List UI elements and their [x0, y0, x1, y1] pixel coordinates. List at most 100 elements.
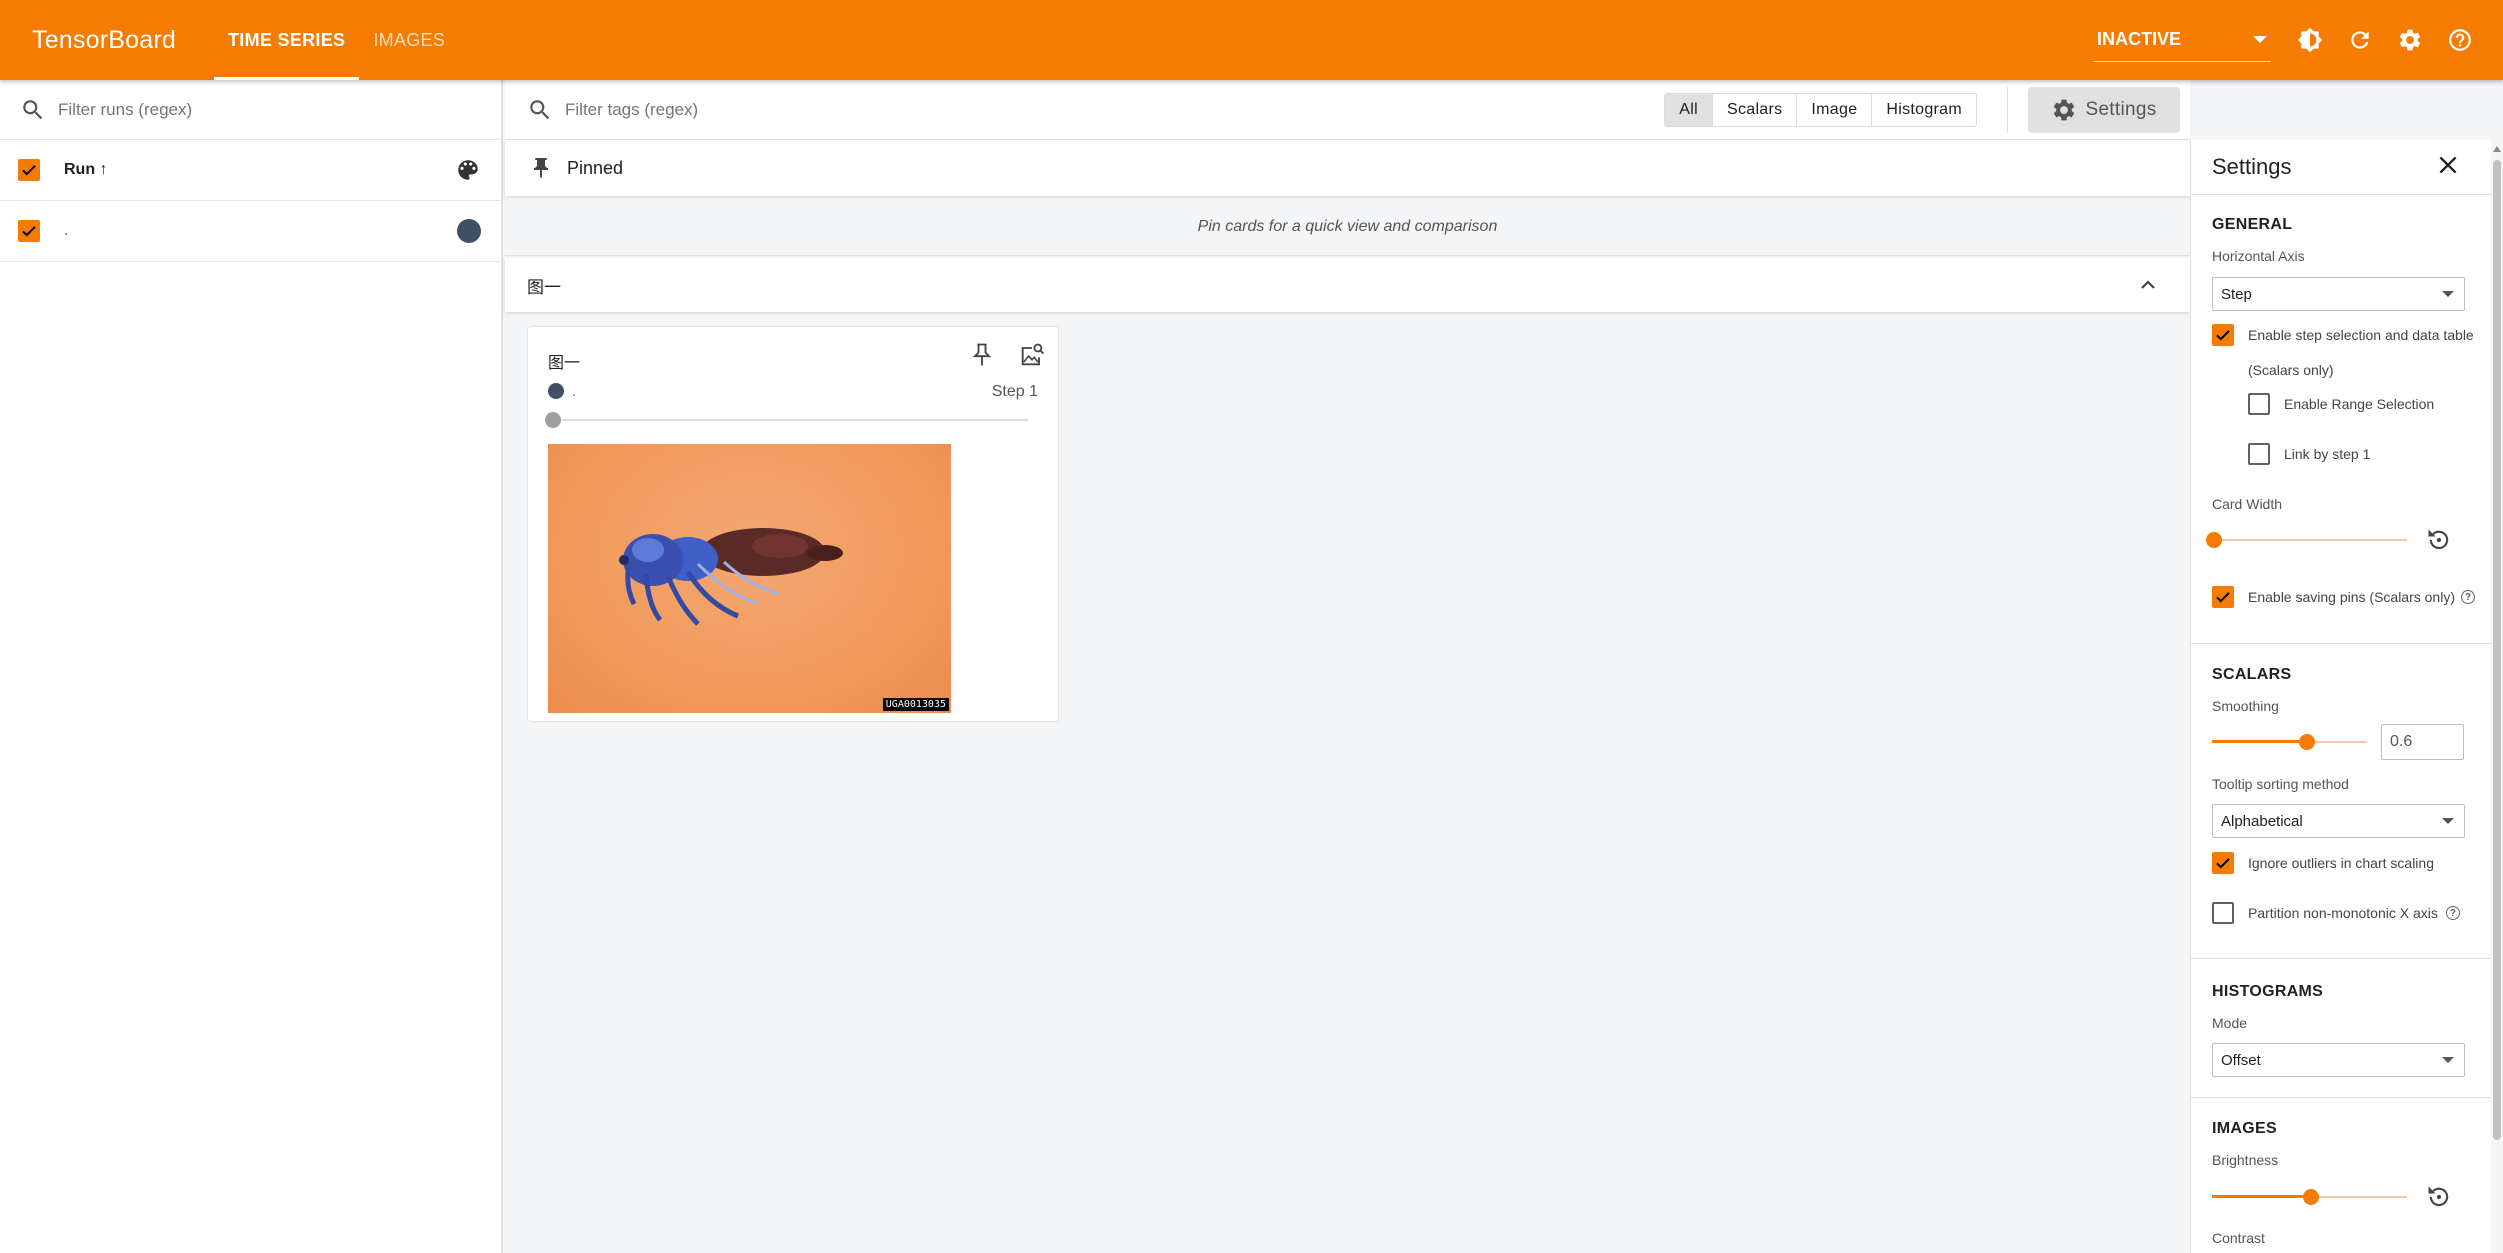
settings-divider: [2191, 1097, 2491, 1098]
chevron-up-icon[interactable]: [2136, 273, 2160, 297]
run-name: .: [64, 222, 69, 239]
partition-checkbox[interactable]: [2212, 902, 2234, 924]
brightness-label: Brightness: [2212, 1152, 2279, 1168]
link-by-step-checkbox[interactable]: [2248, 443, 2270, 465]
tags-filter-input[interactable]: [565, 99, 945, 120]
settings-gear-icon[interactable]: [2385, 15, 2435, 65]
range-selection-checkbox[interactable]: [2248, 393, 2270, 415]
step-slider-track[interactable]: [552, 419, 1028, 421]
help-icon[interactable]: ?: [2461, 590, 2475, 604]
ignore-outliers-checkbox[interactable]: [2212, 852, 2234, 874]
histogram-mode-select[interactable]: Offset: [2212, 1043, 2465, 1077]
card-image: UGA0013035: [548, 444, 951, 713]
close-icon[interactable]: [2435, 152, 2461, 178]
chevron-down-icon: [2253, 36, 2267, 43]
settings-scrollbar-thumb[interactable]: [2493, 160, 2501, 1140]
tooltip-sort-value: Alphabetical: [2221, 812, 2303, 830]
image-watermark-tag: UGA0013035: [882, 698, 949, 711]
smoothing-input[interactable]: 0.6: [2381, 724, 2464, 760]
reload-status-select[interactable]: INACTIVE: [2093, 18, 2271, 62]
search-icon: [23, 99, 43, 119]
runs-filter-input[interactable]: [58, 99, 438, 120]
plugin-type-filter: All Scalars Image Histogram: [1664, 92, 1977, 127]
image-search-icon[interactable]: [1018, 341, 1046, 369]
scroll-up-arrow[interactable]: [2493, 146, 2501, 152]
chevron-down-icon: [2442, 818, 2454, 824]
run-checkbox[interactable]: [18, 220, 40, 242]
run-row[interactable]: .: [0, 201, 501, 262]
pin-icon[interactable]: [968, 341, 996, 369]
help-icon[interactable]: [2435, 15, 2485, 65]
ignore-outliers-option: Ignore outliers in chart scaling: [2212, 852, 2434, 874]
reload-status-value: INACTIVE: [2097, 29, 2182, 49]
type-filter-image[interactable]: Image: [1797, 93, 1873, 126]
saving-pins-checkbox[interactable]: [2212, 586, 2234, 608]
reset-icon[interactable]: [2425, 1183, 2453, 1211]
card-step-label: Step 1: [991, 383, 1038, 400]
checkmark-icon: [2216, 330, 2230, 341]
card-width-slider-track[interactable]: [2212, 539, 2407, 541]
step-selection-sublabel: (Scalars only): [2248, 362, 2334, 378]
pinned-empty-message: Pin cards for a quick view and compariso…: [505, 198, 2190, 256]
settings-toggle-button[interactable]: Settings: [2028, 86, 2180, 133]
tooltip-sort-select[interactable]: Alphabetical: [2212, 804, 2465, 838]
horizontal-axis-select[interactable]: Step: [2212, 277, 2465, 311]
range-selection-label: Enable Range Selection: [2284, 396, 2435, 412]
type-filter-scalars[interactable]: Scalars: [1713, 93, 1798, 126]
reset-icon[interactable]: [2425, 526, 2453, 554]
partition-option: Partition non-monotonic X axis ?: [2212, 902, 2460, 924]
tooltip-sort-label: Tooltip sorting method: [2212, 776, 2349, 792]
scalars-section-heading: SCALARS: [2212, 666, 2292, 683]
settings-title: Settings: [2212, 154, 2292, 179]
run-column-header[interactable]: Run ↑: [64, 161, 108, 179]
general-section-heading: GENERAL: [2212, 216, 2293, 233]
run-color-swatch[interactable]: [457, 219, 481, 243]
card-width-label: Card Width: [2212, 496, 2283, 512]
range-selection-option: Enable Range Selection: [2248, 393, 2434, 415]
horizontal-axis-label: Horizontal Axis: [2212, 248, 2305, 264]
card-title: 图一: [548, 355, 581, 372]
settings-divider: [2191, 643, 2491, 644]
settings-pane: Settings GENERAL Horizontal Axis Step En…: [2190, 140, 2503, 1253]
tab-time-series[interactable]: TIME SERIES: [214, 0, 360, 80]
brand-title: TensorBoard: [32, 25, 176, 54]
run-color-swatch: [548, 383, 564, 399]
contrast-label: Contrast: [2212, 1230, 2265, 1246]
checkmark-icon: [22, 226, 36, 237]
settings-scrollbar[interactable]: [2491, 140, 2503, 1253]
brightness-slider-thumb[interactable]: [2303, 1189, 2319, 1205]
top-app-bar: TensorBoard TIME SERIES IMAGES INACTIVE: [0, 0, 2503, 80]
saving-pins-option: Enable saving pins (Scalars only) ?: [2212, 586, 2475, 608]
type-filter-all[interactable]: All: [1665, 93, 1713, 126]
help-icon[interactable]: ?: [2445, 906, 2460, 920]
chevron-down-icon: [2442, 291, 2454, 297]
step-selection-label: Enable step selection and data table: [2248, 327, 2474, 343]
brightness-slider-fill: [2212, 1195, 2310, 1198]
card-width-slider-thumb[interactable]: [2206, 532, 2222, 548]
smoothing-slider-thumb[interactable]: [2299, 734, 2315, 750]
link-by-step-option: Link by step 1: [2248, 443, 2370, 465]
histogram-mode-label: Mode: [2212, 1015, 2248, 1031]
search-icon: [530, 99, 550, 119]
theme-toggle-icon[interactable]: [2285, 15, 2335, 65]
checkmark-icon: [22, 165, 36, 176]
pinned-section-title: Pinned: [567, 157, 624, 178]
step-slider-thumb[interactable]: [545, 412, 561, 428]
tags-toolbar: All Scalars Image Histogram Settings: [505, 80, 2190, 140]
card-run-name: .: [572, 383, 576, 399]
step-selection-checkbox[interactable]: [2212, 324, 2234, 346]
smoothing-slider-fill: [2212, 740, 2305, 743]
checkmark-icon: [2216, 592, 2230, 603]
ant-image: [619, 528, 843, 626]
image-card: 图一 . Step 1 UGA0013035: [527, 326, 1059, 722]
refresh-icon[interactable]: [2335, 15, 2385, 65]
main-content: All Scalars Image Histogram Settings Pin…: [505, 80, 2190, 1253]
palette-icon[interactable]: [455, 157, 481, 183]
horizontal-axis-value: Step: [2221, 285, 2252, 303]
type-filter-histogram[interactable]: Histogram: [1872, 94, 1976, 126]
tab-images[interactable]: IMAGES: [359, 0, 459, 80]
settings-scroll-content: Settings GENERAL Horizontal Axis Step En…: [2191, 140, 2491, 1253]
link-by-step-label: Link by step 1: [2284, 446, 2371, 462]
card-group-header[interactable]: 图一: [505, 258, 2190, 312]
select-all-runs-checkbox[interactable]: [18, 159, 40, 181]
